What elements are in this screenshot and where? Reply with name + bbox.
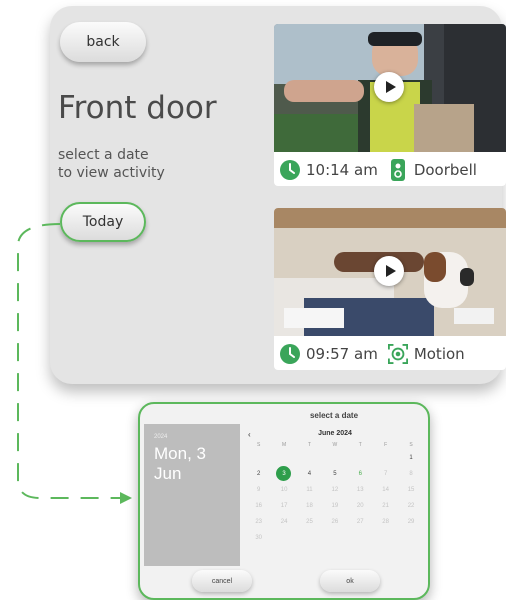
motion-icon xyxy=(387,344,408,364)
doorbell-icon xyxy=(390,159,405,181)
date-picker-heading: select a date xyxy=(309,411,359,420)
weekday-label: M xyxy=(282,442,287,448)
calendar-week: 2345678 xyxy=(246,466,424,482)
weekday-label: T xyxy=(358,442,362,448)
calendar-day[interactable]: 5 xyxy=(322,471,347,477)
weekday-label: S xyxy=(409,442,413,448)
event-thumbnail[interactable] xyxy=(274,24,506,152)
calendar-day[interactable]: 10 xyxy=(271,487,296,493)
calendar-day[interactable]: 19 xyxy=(322,503,347,509)
calendar-day[interactable]: 2 xyxy=(246,471,271,477)
event-type: Motion xyxy=(413,345,465,363)
calendar-day[interactable]: 11 xyxy=(297,487,322,493)
calendar-day[interactable]: 29 xyxy=(398,519,423,525)
today-button[interactable]: Today xyxy=(60,202,146,242)
calendar-day[interactable]: 27 xyxy=(348,519,373,525)
event-time: 09:57 am xyxy=(306,345,378,363)
event-time: 10:14 am xyxy=(306,161,378,179)
calendar-day[interactable]: 30 xyxy=(246,535,271,541)
calendar-day[interactable]: 26 xyxy=(322,519,347,525)
calendar-day[interactable]: 25 xyxy=(297,519,322,525)
calendar-day[interactable]: 28 xyxy=(373,519,398,525)
calendar-day[interactable]: 21 xyxy=(373,503,398,509)
calendar-day[interactable]: 15 xyxy=(398,487,423,493)
calendar-grid: 1 2 3 4 5 6 7 8 9 10 11 12 13 14 15 16 17 18 19 20 21 22 23 24 2… xyxy=(246,450,424,546)
calendar-day[interactable]: 3 xyxy=(271,466,296,481)
weekday-label: W xyxy=(332,442,338,448)
calendar-day[interactable]: 20 xyxy=(348,503,373,509)
page-subtitle: select a date to view activity xyxy=(58,147,165,181)
selected-date: Mon, 3 Jun xyxy=(154,444,206,483)
calendar-day[interactable]: 16 xyxy=(246,503,271,509)
back-button[interactable]: back xyxy=(60,22,146,62)
event-card-motion[interactable]: 09:57 am Motion xyxy=(274,208,506,370)
play-button[interactable] xyxy=(374,72,404,102)
calendar-day[interactable]: 13 xyxy=(348,487,373,493)
event-meta: 10:14 am Doorbell xyxy=(274,154,506,186)
calendar-day[interactable]: 22 xyxy=(398,503,423,509)
event-type: Doorbell xyxy=(413,161,477,179)
weekday-label: T xyxy=(307,442,311,448)
play-button[interactable] xyxy=(374,256,404,286)
month-label: June 2024 xyxy=(318,430,352,437)
calendar-day[interactable]: 7 xyxy=(373,471,398,477)
calendar-day[interactable]: 12 xyxy=(322,487,347,493)
calendar-nav: ‹ June 2024 xyxy=(246,430,424,440)
clock-icon xyxy=(280,160,300,180)
calendar-day[interactable]: 6 xyxy=(348,471,373,477)
date-picker-dialog: select a date 2024 Mon, 3 Jun ‹ June 202… xyxy=(138,402,430,600)
calendar-day[interactable]: 23 xyxy=(246,519,271,525)
page-title: Front door xyxy=(58,90,217,126)
calendar-day[interactable]: 14 xyxy=(373,487,398,493)
calendar-day[interactable]: 4 xyxy=(297,471,322,477)
weekday-label: S xyxy=(257,442,261,448)
calendar-week: 9 10 11 12 13 14 15 xyxy=(246,482,424,498)
selected-date-panel: 2024 Mon, 3 Jun xyxy=(144,424,240,566)
calendar-week: 23 24 25 26 27 28 29 xyxy=(246,514,424,530)
cancel-button[interactable]: cancel xyxy=(192,570,252,592)
calendar-day[interactable]: 17 xyxy=(271,503,296,509)
event-thumbnail[interactable] xyxy=(274,208,506,336)
calendar-day[interactable]: 9 xyxy=(246,487,271,493)
calendar-day[interactable]: 8 xyxy=(398,471,423,477)
weekday-label: F xyxy=(384,442,388,448)
main-panel: back Front door select a date to view ac… xyxy=(50,6,506,384)
selected-year: 2024 xyxy=(154,434,168,440)
calendar-week: 1 xyxy=(246,450,424,466)
clock-icon xyxy=(280,344,300,364)
calendar-week: 16 17 18 19 20 21 22 xyxy=(246,498,424,514)
calendar-day[interactable]: 1 xyxy=(398,455,423,461)
calendar: ‹ June 2024 SMTWTFS 1 2 3 4 5 6 7 8 9 10 11 12 13 14 1… xyxy=(246,430,424,546)
calendar-day[interactable]: 18 xyxy=(297,503,322,509)
event-card-doorbell[interactable]: 10:14 am Doorbell xyxy=(274,24,506,186)
calendar-week: 30 xyxy=(246,530,424,546)
calendar-day[interactable]: 24 xyxy=(271,519,296,525)
event-meta: 09:57 am Motion xyxy=(274,338,506,370)
weekday-row: SMTWTFS xyxy=(246,440,424,450)
ok-button[interactable]: ok xyxy=(320,570,380,592)
